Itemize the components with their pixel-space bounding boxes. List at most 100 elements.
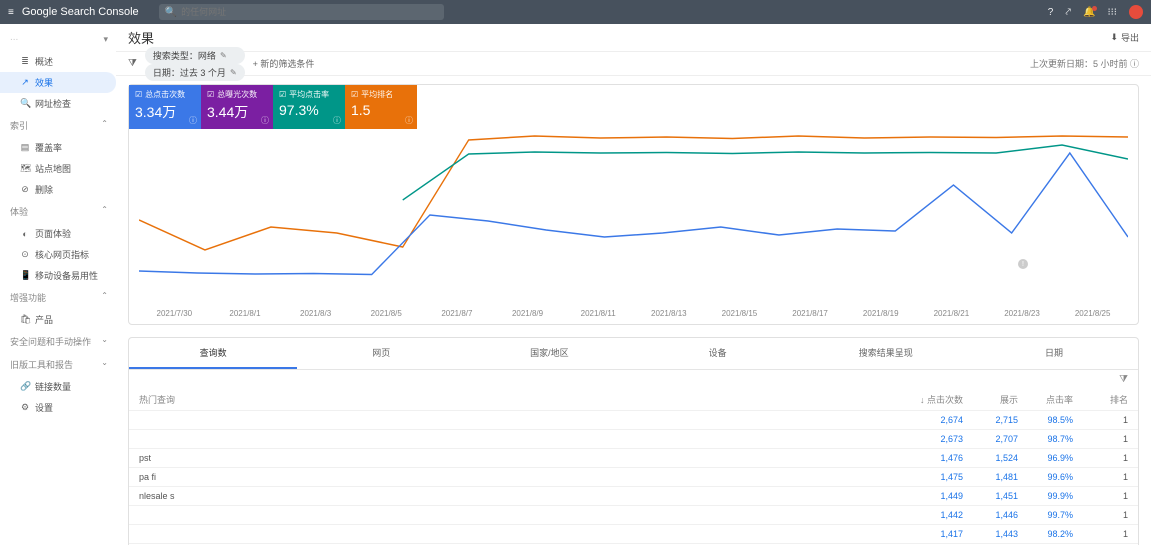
sort-icon[interactable]: ↓ (920, 395, 925, 405)
share-icon[interactable]: ⤤ (1065, 7, 1071, 18)
kpi-tile[interactable]: ☑总点击次数3.34万ⓘ (129, 85, 201, 129)
sidebar-item-label: 产品 (35, 313, 53, 326)
sidebar-section-head[interactable]: 索引⌃ (0, 114, 116, 137)
table-tab[interactable]: 日期 (970, 338, 1138, 369)
info-icon[interactable]: ⓘ (189, 115, 197, 126)
export-button[interactable]: ⬇ 导出 (1110, 31, 1139, 44)
sidebar-item[interactable]: ◐ 页面体验 (0, 223, 116, 244)
info-icon[interactable]: ⓘ (261, 115, 269, 126)
chart-series (139, 153, 1128, 275)
sidebar-section-head[interactable]: 旧版工具和报告⌄ (0, 353, 116, 376)
sidebar-item-label: 设置 (35, 401, 53, 414)
x-tick: 2021/8/9 (492, 309, 563, 318)
table-row[interactable]: 2,6742,71598.5%1 (129, 410, 1138, 429)
table-tab[interactable]: 设备 (634, 338, 802, 369)
sidebar-item-icon: ⚙ (20, 402, 30, 413)
info-icon[interactable]: ⓘ (333, 115, 341, 126)
sidebar-item[interactable]: 🔗 链接数量 (0, 376, 116, 397)
checkbox-icon: ☑ (135, 90, 142, 99)
sidebar-item-label: 链接数量 (35, 380, 71, 393)
checkbox-icon: ☑ (279, 90, 286, 99)
position-cell: 1 (1073, 472, 1128, 482)
kpi-tile[interactable]: ☑总曝光次数3.44万ⓘ (201, 85, 273, 129)
kpi-value: 1.5 (351, 102, 411, 118)
sidebar-item-icon: ↗ (20, 77, 30, 88)
filter-chip[interactable]: 日期：过去 3 个月✎ (145, 64, 245, 81)
menu-icon[interactable]: ≡ (8, 7, 14, 18)
x-tick: 2021/8/11 (563, 309, 634, 318)
sidebar-item-label: 移动设备易用性 (35, 269, 98, 282)
info-dot-icon[interactable]: ! (1018, 259, 1028, 269)
ctr-cell: 99.9% (1018, 491, 1073, 501)
search-icon: 🔍 (165, 7, 177, 18)
sidebar-item-label: 核心网页指标 (35, 248, 89, 261)
impressions-cell: 1,446 (963, 510, 1018, 520)
help-icon[interactable]: ? (1048, 7, 1054, 18)
table-tab[interactable]: 国家/地区 (465, 338, 633, 369)
sidebar-item[interactable]: ≣概述 (0, 51, 116, 72)
avatar[interactable] (1129, 5, 1143, 19)
sidebar-item-label: 页面体验 (35, 227, 71, 240)
table-row[interactable]: pa fi1,4751,48199.6%1 (129, 467, 1138, 486)
chevron-down-icon: ▾ (103, 34, 108, 45)
impressions-cell: 1,451 (963, 491, 1018, 501)
chart-series (403, 145, 1128, 200)
query-cell (139, 415, 908, 425)
chip-label: 搜索类型：网络 (153, 49, 216, 62)
sidebar-item[interactable]: ▤覆盖率 (0, 137, 116, 158)
x-tick: 2021/8/1 (210, 309, 281, 318)
position-cell: 1 (1073, 434, 1128, 444)
sidebar-item[interactable]: 🔍网址检查 (0, 93, 116, 114)
sidebar-item-icon: ⊙ (20, 249, 30, 260)
table-tab[interactable]: 查询数 (129, 338, 297, 369)
sidebar-item-icon: ≣ (20, 56, 30, 67)
kpi-tile[interactable]: ☑平均排名1.5ⓘ (345, 85, 417, 129)
apps-icon[interactable]: ⁝⁝⁝ (1107, 7, 1117, 18)
sidebar-item-icon: ▤ (20, 142, 30, 153)
info-icon[interactable]: ⓘ (405, 115, 413, 126)
table-header: 热门查询 ↓ 点击次数 展示 点击率 排名 (129, 389, 1138, 410)
kpi-tile[interactable]: ☑平均点击率97.3%ⓘ (273, 85, 345, 129)
x-tick: 2021/8/19 (845, 309, 916, 318)
sidebar-item-icon: 🔗 (20, 381, 30, 392)
property-selector[interactable]: ... ▾ (0, 28, 116, 51)
sidebar-item[interactable]: ⊙ 核心网页指标 (0, 244, 116, 265)
add-filter-button[interactable]: + 新的筛选条件 (253, 57, 315, 70)
sidebar-section-head[interactable]: 增强功能⌃ (0, 286, 116, 309)
sidebar-item[interactable]: ↗效果 (0, 72, 116, 93)
clicks-cell: 1,442 (908, 510, 963, 520)
table-row[interactable]: pst1,4761,52496.9%1 (129, 448, 1138, 467)
impressions-cell: 2,715 (963, 415, 1018, 425)
sidebar-section-head[interactable]: 安全问题和手动操作⌄ (0, 330, 116, 353)
download-icon: ⬇ (1110, 32, 1118, 43)
x-tick: 2021/8/13 (633, 309, 704, 318)
table-tab[interactable]: 网页 (297, 338, 465, 369)
app-logo: Google Search Console (22, 6, 139, 18)
table-row[interactable]: 1,4171,44398.2%1 (129, 524, 1138, 543)
table-tab[interactable]: 搜索结果呈现 (802, 338, 970, 369)
sidebar-item[interactable]: ⊘删除 (0, 179, 116, 200)
x-tick: 2021/8/25 (1057, 309, 1128, 318)
page-title: 效果 (128, 28, 154, 47)
ctr-cell: 98.2% (1018, 529, 1073, 539)
sidebar-item[interactable]: 🗺站点地图 (0, 158, 116, 179)
sidebar-item-icon: 📱 (20, 270, 30, 281)
table-filter-icon[interactable]: ⧩ (1119, 374, 1128, 385)
sidebar-item-icon: ◐ (20, 229, 30, 239)
search-input[interactable] (181, 7, 438, 17)
search-box[interactable]: 🔍 (159, 4, 444, 20)
sidebar-item[interactable]: 🛍产品 (0, 309, 116, 330)
notifications-icon[interactable]: 🔔 (1083, 7, 1095, 18)
sidebar-section-head[interactable]: 体验⌃ (0, 200, 116, 223)
table-row[interactable]: nlesale s1,4491,45199.9%1 (129, 486, 1138, 505)
kpi-value: 97.3% (279, 102, 339, 118)
impressions-cell: 2,707 (963, 434, 1018, 444)
query-cell: pa fi (139, 472, 908, 482)
table-row[interactable]: 2,6732,70798.7%1 (129, 429, 1138, 448)
filter-icon[interactable]: ⧩ (128, 58, 137, 69)
filter-chip[interactable]: 搜索类型：网络✎ (145, 47, 245, 64)
sidebar: ... ▾ ≣概述↗效果🔍网址检查索引⌃▤覆盖率🗺站点地图⊘删除体验⌃ ◐ 页面体验… (0, 24, 116, 545)
sidebar-item[interactable]: ⚙ 设置 (0, 397, 116, 418)
sidebar-item[interactable]: 📱 移动设备易用性 (0, 265, 116, 286)
table-row[interactable]: 1,4421,44699.7%1 (129, 505, 1138, 524)
